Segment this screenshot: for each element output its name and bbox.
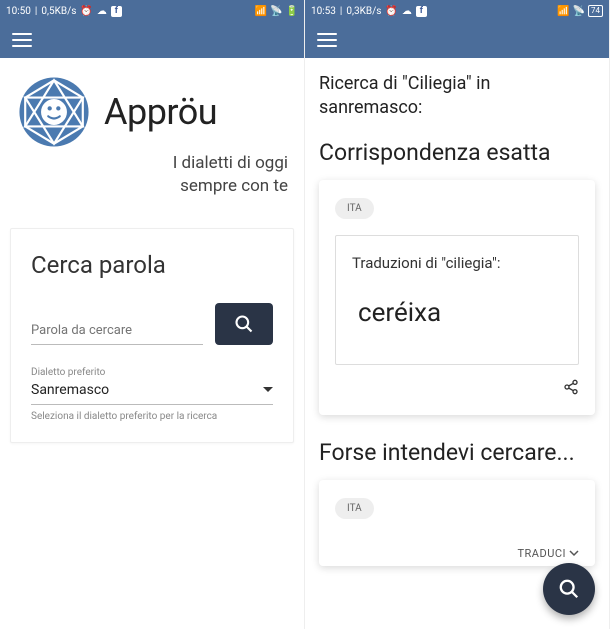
alarm-icon: ⏰ <box>80 6 92 17</box>
app-header: Appröu <box>0 58 304 148</box>
app-bar <box>0 22 304 58</box>
cloud-icon: ☁ <box>402 6 412 17</box>
fab-search-button[interactable] <box>543 563 595 615</box>
status-separator: | <box>340 6 342 17</box>
status-separator: | <box>35 6 37 17</box>
status-time: 10:50 <box>6 6 31 17</box>
translation-word: ceréixa <box>352 294 562 346</box>
lang-chip: ITA <box>335 198 374 219</box>
share-button[interactable] <box>563 379 579 399</box>
result-card: ITA Traduzioni di "ciliegia": ceréixa <box>319 180 595 415</box>
dialect-help: Seleziona il dialetto preferito per la r… <box>31 411 273 422</box>
tagline-line1: I dialetti di oggi <box>173 153 288 173</box>
cloud-icon: ☁ <box>97 6 107 17</box>
app-bar <box>305 22 609 58</box>
wifi-icon: 📡 <box>573 6 585 17</box>
status-bar: 10:53 | 0,3KB/s ⏰ ☁ f 📶 📡 74 <box>305 0 609 22</box>
suggest-title: Forse intendevi cercare... <box>319 439 595 466</box>
chevron-down-icon <box>263 387 273 392</box>
status-net: 0,3KB/s <box>346 6 381 17</box>
battery-icon: 74 <box>588 5 603 17</box>
translate-button[interactable]: TRADUCI <box>517 547 579 560</box>
facebook-icon: f <box>111 6 122 17</box>
alarm-icon: ⏰ <box>385 6 397 17</box>
share-icon <box>563 379 579 395</box>
exact-match-title: Corrispondenza esatta <box>319 139 595 166</box>
chevron-down-icon <box>569 548 579 558</box>
status-net: 0,5KB/s <box>41 6 76 17</box>
search-button[interactable] <box>215 303 273 345</box>
suggest-card: ITA TRADUCI <box>319 480 595 566</box>
search-title: Cerca parola <box>31 251 273 279</box>
screen-results: 10:53 | 0,3KB/s ⏰ ☁ f 📶 📡 74 Ricerca di … <box>305 0 610 629</box>
battery-icon: 🔋 <box>286 6 298 17</box>
facebook-icon: f <box>416 6 427 17</box>
search-input[interactable] <box>31 317 203 345</box>
search-info: Ricerca di "Ciliegia" in sanremasco: <box>319 72 595 121</box>
dialect-select[interactable]: Sanremasco <box>31 382 273 405</box>
search-icon <box>234 314 254 334</box>
search-icon <box>558 578 580 600</box>
dialect-value: Sanremasco <box>31 382 109 398</box>
status-bar: 10:50 | 0,5KB/s ⏰ ☁ f 📶 📡 🔋 <box>0 0 304 22</box>
translation-box: Traduzioni di "ciliegia": ceréixa <box>335 235 579 365</box>
app-logo-icon <box>18 76 90 148</box>
menu-icon[interactable] <box>317 33 337 47</box>
signal-icon: 📶 <box>255 6 267 17</box>
menu-icon[interactable] <box>12 33 32 47</box>
screen-home: 10:50 | 0,5KB/s ⏰ ☁ f 📶 📡 🔋 <box>0 0 305 629</box>
translation-label: Traduzioni di "ciliegia": <box>352 254 562 272</box>
signal-icon: 📶 <box>557 6 569 17</box>
status-time: 10:53 <box>311 6 336 17</box>
app-title: Appröu <box>104 91 217 133</box>
tagline-line2: sempre con te <box>180 176 288 196</box>
lang-chip: ITA <box>335 498 374 519</box>
tagline: I dialetti di oggi sempre con te <box>0 148 304 220</box>
dialect-label: Dialetto preferito <box>31 367 273 378</box>
translate-label: TRADUCI <box>517 547 566 560</box>
search-card: Cerca parola Dialetto preferito Sanremas… <box>10 228 294 443</box>
wifi-icon: 📡 <box>270 6 282 17</box>
